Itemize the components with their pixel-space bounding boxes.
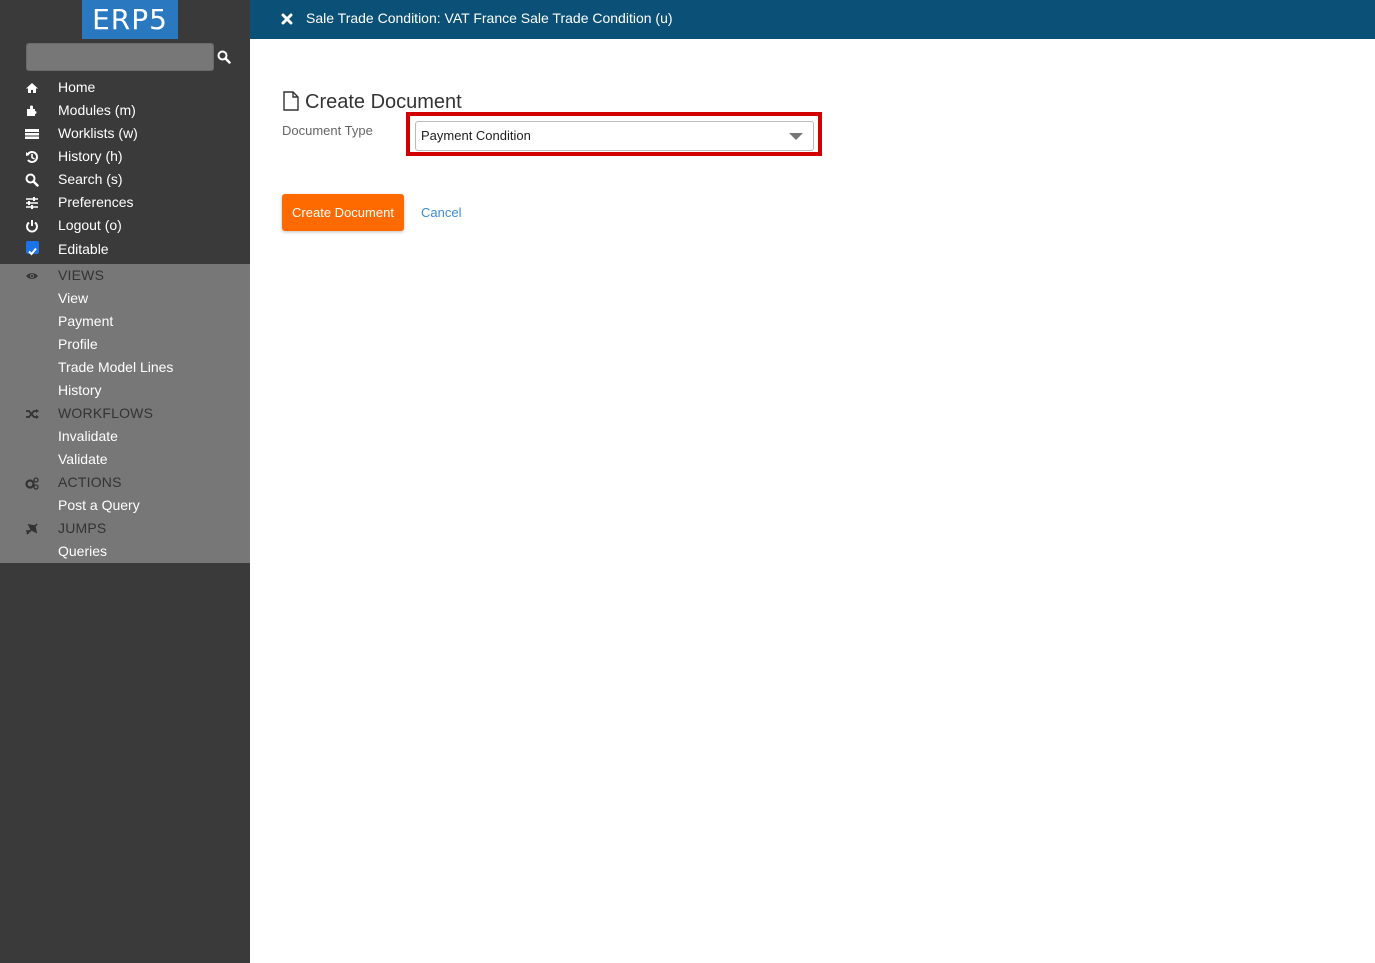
nav-item-label: Worklists (w)	[58, 125, 138, 141]
sidebar-search	[26, 43, 236, 71]
cogs-icon	[25, 477, 39, 490]
nav-item-label: Logout (o)	[58, 217, 122, 233]
link-label: Queries	[58, 543, 108, 559]
nav-item-label: Preferences	[58, 194, 134, 210]
header-bar: Sale Trade Condition: VAT France Sale Tr…	[250, 0, 1375, 39]
section-label: JUMPS	[58, 520, 107, 536]
close-icon[interactable]	[281, 12, 293, 26]
page-title: Create Document	[282, 90, 462, 114]
sidebar: ERP5 Home Modules (m) Worklists (w) Hist…	[0, 0, 250, 963]
page-header-title[interactable]: Sale Trade Condition: VAT France Sale Tr…	[306, 0, 673, 37]
chevron-down-icon	[789, 133, 803, 140]
link-label: Post a Query	[58, 497, 140, 513]
nav-item-modules[interactable]: Modules (m)	[0, 99, 250, 122]
sliders-icon	[26, 197, 38, 209]
cancel-link[interactable]: Cancel	[421, 194, 461, 231]
nav-item-label: Home	[58, 79, 96, 95]
link-label: History	[58, 382, 102, 398]
link-label: Profile	[58, 336, 98, 352]
section-label: ACTIONS	[58, 474, 122, 490]
erp5-logo[interactable]: ERP5	[82, 0, 178, 39]
plane-icon	[25, 523, 38, 535]
create-document-button[interactable]: Create Document	[282, 194, 404, 231]
nav-item-label: Editable	[58, 241, 109, 257]
section-workflows: WORKFLOWS	[0, 402, 250, 425]
view-link-trade-model-lines[interactable]: Trade Model Lines	[0, 356, 250, 379]
main-nav: Home Modules (m) Worklists (w) History (…	[0, 76, 250, 262]
document-type-label: Document Type	[282, 123, 373, 138]
eye-icon	[26, 273, 38, 279]
link-label: Trade Model Lines	[58, 359, 174, 375]
page-title-text: Create Document	[305, 91, 462, 113]
workflow-link-validate[interactable]: Validate	[0, 448, 250, 471]
link-label: Validate	[58, 451, 108, 467]
section-actions: ACTIONS	[0, 471, 250, 494]
nav-item-label: Modules (m)	[58, 102, 136, 118]
link-label: Invalidate	[58, 428, 118, 444]
search-icon[interactable]	[217, 50, 231, 64]
view-link-view[interactable]: View	[0, 287, 250, 310]
document-icon	[283, 91, 299, 111]
link-label: Payment	[58, 313, 114, 329]
select-value: Payment Condition	[421, 128, 531, 143]
link-label: View	[58, 290, 89, 306]
nav-item-worklists[interactable]: Worklists (w)	[0, 122, 250, 145]
nav-item-label: Search (s)	[58, 171, 123, 187]
document-type-select[interactable]: Payment Condition	[415, 121, 814, 151]
view-link-payment[interactable]: Payment	[0, 310, 250, 333]
nav-item-preferences[interactable]: Preferences	[0, 191, 250, 214]
search-input[interactable]	[26, 43, 214, 71]
section-jumps: JUMPS	[0, 517, 250, 540]
nav-item-history[interactable]: History (h)	[0, 145, 250, 168]
nav-item-logout[interactable]: Logout (o)	[0, 214, 250, 237]
editable-checkbox[interactable]	[26, 241, 39, 256]
jump-link-queries[interactable]: Queries	[0, 540, 250, 563]
section-label: WORKFLOWS	[58, 405, 154, 421]
view-link-profile[interactable]: Profile	[0, 333, 250, 356]
power-icon	[26, 220, 38, 233]
nav-item-search[interactable]: Search (s)	[0, 168, 250, 191]
tasks-icon	[25, 129, 39, 139]
action-link-post-a-query[interactable]: Post a Query	[0, 494, 250, 517]
view-link-history[interactable]: History	[0, 379, 250, 402]
check-icon	[28, 247, 37, 256]
history-icon	[26, 151, 38, 163]
search-icon	[25, 173, 39, 187]
puzzle-icon	[27, 105, 37, 116]
highlight-box: Payment Condition	[406, 112, 822, 156]
nav-item-label: History (h)	[58, 148, 123, 164]
home-icon	[26, 83, 38, 93]
nav-item-home[interactable]: Home	[0, 76, 250, 99]
nav-item-editable[interactable]: Editable	[0, 237, 250, 262]
context-panel: VIEWS View Payment Profile Trade Model L…	[0, 264, 250, 563]
workflow-link-invalidate[interactable]: Invalidate	[0, 425, 250, 448]
section-label: VIEWS	[58, 267, 105, 283]
random-icon	[26, 409, 39, 419]
section-views: VIEWS	[0, 264, 250, 287]
